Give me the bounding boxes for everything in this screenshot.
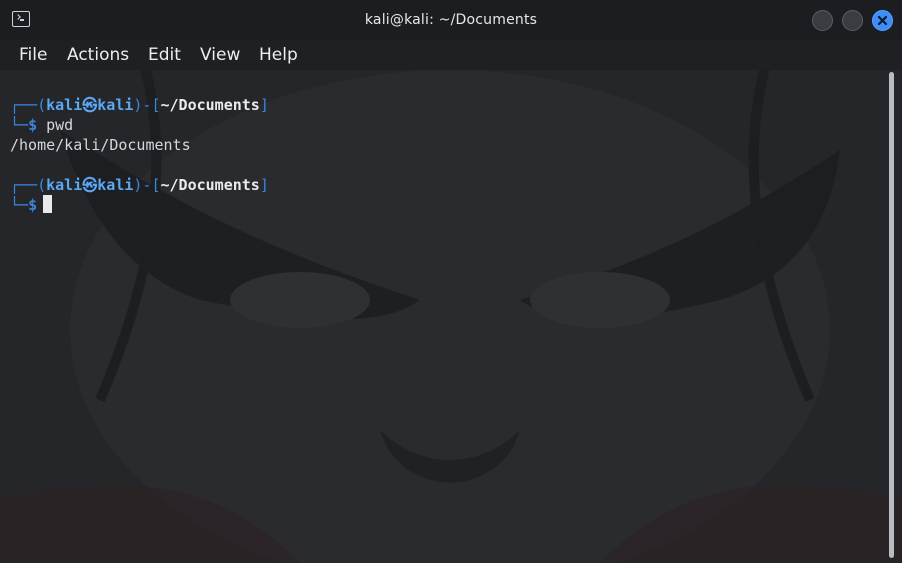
prompt-host: kali <box>97 96 134 114</box>
prompt-box-corner: ┌──( <box>10 96 47 114</box>
menu-file[interactable]: File <box>19 45 47 65</box>
scrollbar-thumb[interactable] <box>889 72 894 558</box>
prompt-line-top: ┌──(kali㉿kali)-[~/Documents] <box>10 175 269 195</box>
prompt-dollar: $ <box>28 116 38 134</box>
menu-help[interactable]: Help <box>259 45 298 65</box>
title-bar: kali@kali: ~/Documents <box>0 0 902 40</box>
prompt-box-corner: └─ <box>10 116 29 134</box>
menu-view[interactable]: View <box>200 45 240 65</box>
prompt-box-corner: ┌──( <box>10 176 47 194</box>
text-cursor <box>43 195 53 213</box>
prompt-line-input: └─$ <box>10 195 53 215</box>
prompt-line-command: └─$ pwd <box>10 115 73 135</box>
maximize-button[interactable] <box>842 10 863 31</box>
close-icon <box>877 15 888 26</box>
prompt-bracket: ] <box>259 96 269 114</box>
command-text: pwd <box>37 116 74 134</box>
prompt-separator: )-[ <box>133 96 161 114</box>
menu-edit[interactable]: Edit <box>148 45 181 65</box>
prompt-host: kali <box>97 176 134 194</box>
prompt-separator: )-[ <box>133 176 161 194</box>
prompt-path: ~/Documents <box>160 176 260 194</box>
prompt-user: kali <box>46 176 83 194</box>
prompt-dollar: $ <box>28 196 38 214</box>
close-button[interactable] <box>872 10 893 31</box>
menu-bar: File Actions Edit View Help <box>0 40 902 70</box>
terminal-window: kali@kali: ~/Documents File Actions Edit… <box>0 0 902 563</box>
prompt-at-symbol: ㉿ <box>82 96 98 114</box>
prompt-at-symbol: ㉿ <box>82 176 98 194</box>
prompt-path: ~/Documents <box>160 96 260 114</box>
command-output: /home/kali/Documents <box>10 136 191 154</box>
prompt-bracket: ] <box>259 176 269 194</box>
prompt-user: kali <box>46 96 83 114</box>
menu-actions[interactable]: Actions <box>67 45 129 65</box>
prompt-box-corner: └─ <box>10 196 29 214</box>
minimize-button[interactable] <box>812 10 833 31</box>
terminal-area[interactable]: ┌──(kali㉿kali)-[~/Documents] └─$ pwd /ho… <box>0 70 884 563</box>
prompt-line-top: ┌──(kali㉿kali)-[~/Documents] <box>10 95 269 115</box>
vertical-scrollbar[interactable] <box>887 70 897 560</box>
window-title: kali@kali: ~/Documents <box>364 12 538 28</box>
